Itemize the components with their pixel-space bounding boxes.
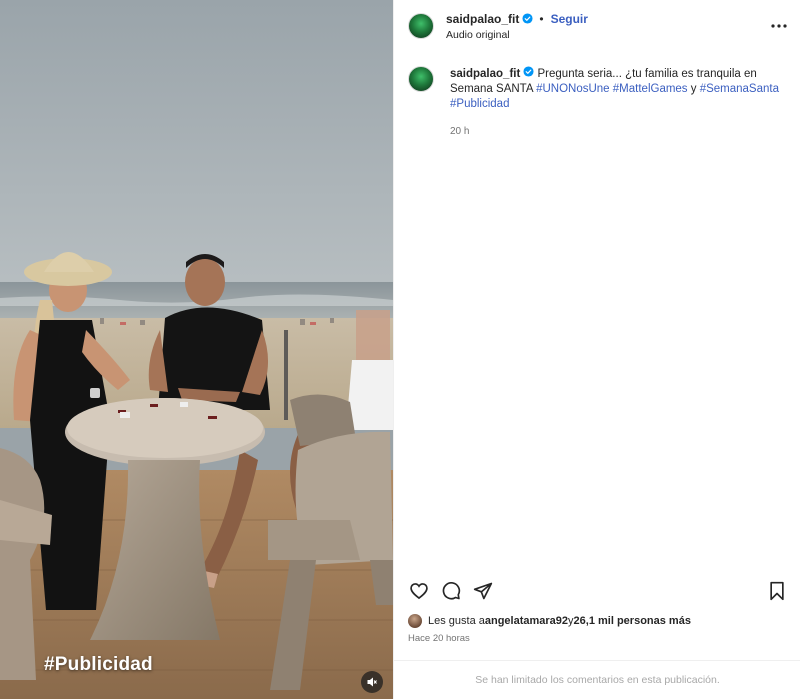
mute-button[interactable] xyxy=(361,671,383,693)
caption-username[interactable]: saidpalao_fit xyxy=(450,68,520,80)
author-info: saidpalao_fit • Seguir Audio original xyxy=(446,12,588,41)
caption-connector: y xyxy=(687,83,700,95)
hashtag-link[interactable]: #UNONosUne xyxy=(536,83,610,95)
share-button[interactable] xyxy=(472,580,494,602)
heart-icon xyxy=(410,583,428,600)
likes-prefix: Les gusta a xyxy=(428,615,485,627)
post-timestamp[interactable]: Hace 20 horas xyxy=(408,633,470,644)
caption-author-avatar[interactable] xyxy=(408,66,434,92)
post-media[interactable]: #Publicidad xyxy=(0,0,393,699)
likes-summary: Les gusta a angelatamara92 y 26,1 mil pe… xyxy=(408,614,691,628)
author-avatar[interactable] xyxy=(408,13,434,39)
comment-icon xyxy=(442,582,461,600)
header-separator: • xyxy=(539,11,544,26)
bookmark-icon xyxy=(770,581,784,601)
follow-button[interactable]: Seguir xyxy=(551,12,588,26)
liker-avatar[interactable] xyxy=(408,614,422,628)
like-button[interactable] xyxy=(408,580,430,602)
comment-button[interactable] xyxy=(440,580,462,602)
more-options-button[interactable] xyxy=(771,18,787,34)
hashtag-link[interactable]: #SemanaSanta xyxy=(700,83,779,95)
verified-badge-icon xyxy=(522,13,533,24)
caption-body: saidpalao_fit Pregunta seria... ¿tu fami… xyxy=(450,66,780,139)
author-username[interactable]: saidpalao_fit xyxy=(446,12,519,26)
video-frame xyxy=(0,0,393,699)
post-details-panel: saidpalao_fit • Seguir Audio original sa… xyxy=(393,0,800,699)
post-caption: saidpalao_fit Pregunta seria... ¿tu fami… xyxy=(408,66,788,139)
post-header: saidpalao_fit • Seguir Audio original xyxy=(394,0,800,52)
verified-badge-icon xyxy=(523,66,534,77)
instagram-post-view: #Publicidad saidpalao_fit • Seguir Audio… xyxy=(0,0,800,699)
speaker-muted-icon xyxy=(367,677,377,687)
liker-username[interactable]: angelatamara92 xyxy=(485,615,568,627)
likes-count[interactable]: 26,1 mil personas más xyxy=(574,615,691,627)
save-button[interactable] xyxy=(766,580,788,602)
more-horizontal-icon xyxy=(771,24,787,28)
hashtag-link[interactable]: #MattelGames xyxy=(613,83,688,95)
audio-label[interactable]: Audio original xyxy=(446,29,588,41)
hashtag-link[interactable]: #Publicidad xyxy=(450,98,509,110)
share-icon xyxy=(473,582,493,600)
media-overlay-text: #Publicidad xyxy=(44,654,153,675)
comments-limited-notice: Se han limitado los comentarios en esta … xyxy=(394,660,800,699)
action-bar xyxy=(408,580,788,602)
caption-timestamp[interactable]: 20 h xyxy=(450,124,780,139)
